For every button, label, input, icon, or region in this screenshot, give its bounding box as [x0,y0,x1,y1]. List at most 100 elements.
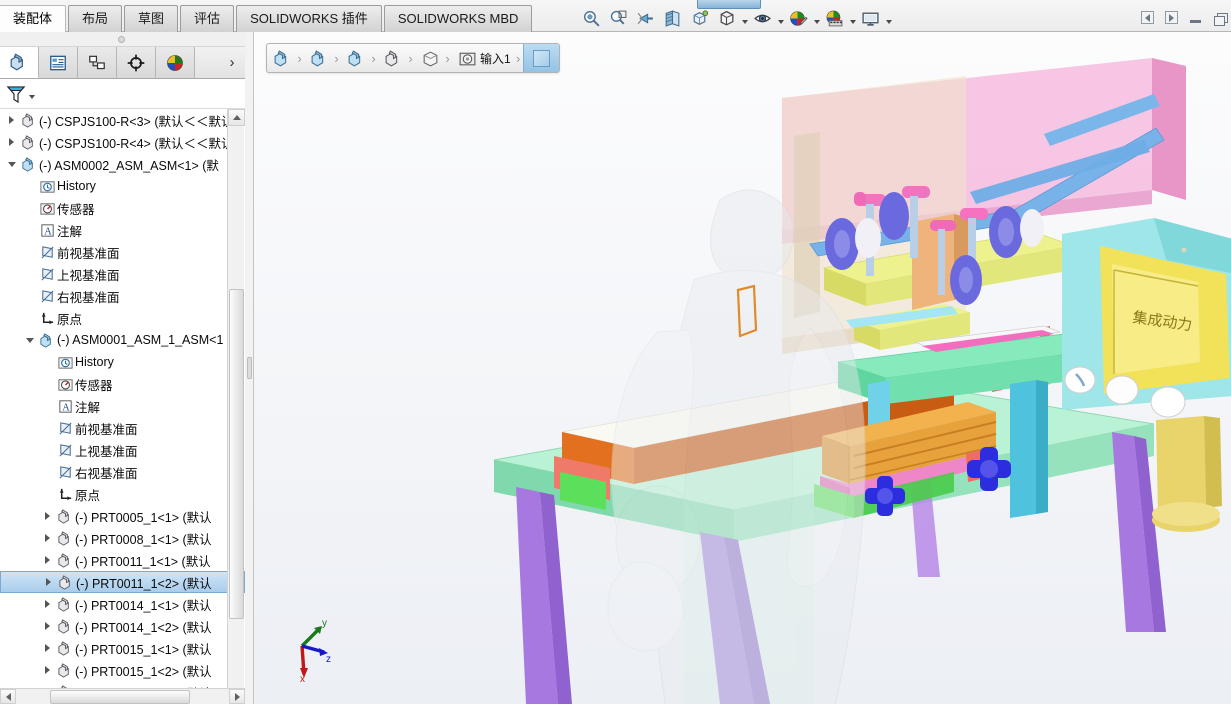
tree-row[interactable]: 传感器 [0,197,245,219]
ribbon-tab-4[interactable]: SOLIDWORKS 插件 [236,5,382,32]
display-style-button-dropdown[interactable] [740,5,749,31]
scroll-right-button[interactable] [229,689,245,704]
next-doc-button[interactable] [1164,10,1179,25]
property-manager-tab[interactable] [39,47,78,78]
tree-row[interactable]: 上视基准面 [0,263,245,285]
view-settings-button[interactable] [857,5,884,31]
view-settings-button-dropdown[interactable] [884,5,893,31]
tree-row[interactable]: (-) CSPJS100-R<3> (默认＜＜默认 [0,109,245,131]
plane-icon [40,267,54,281]
edit-appearance-button-dropdown[interactable] [812,5,821,31]
tree-hscroll-thumb[interactable] [50,689,190,704]
expand-arrow-icon[interactable] [40,512,55,520]
feature-manager-tabstrip: › [0,47,245,79]
component-icon [57,662,69,678]
prev-doc-button[interactable] [1140,10,1155,25]
scroll-left-button[interactable] [0,689,16,704]
tree-row[interactable]: (-) ASM0001_ASM_1_ASM<1 [0,329,245,351]
configuration-manager-tab[interactable] [78,47,117,78]
apply-scene-button[interactable] [821,5,848,31]
tree-row[interactable]: (-) PRT0014_1<1> (默认 [0,593,245,615]
breadcrumb-assembly-2[interactable] [304,44,332,72]
expand-arrow-icon[interactable] [4,116,19,124]
breadcrumb[interactable]: › › › › › 输入1 › [266,43,560,73]
feature-tree-tab[interactable] [0,47,39,78]
breadcrumb-face[interactable] [522,44,559,72]
expand-arrow-icon[interactable] [40,556,55,564]
support-column [1010,380,1036,518]
tree-row[interactable]: History [0,175,245,197]
ribbon-tab-3[interactable]: 评估 [180,5,235,32]
tree-item-icon-wrap [19,156,39,173]
tree-row[interactable]: (-) PRT0015_1<2> (默认 [0,659,245,681]
tree-row[interactable]: A 注解 [0,395,245,417]
section-view-button[interactable] [659,5,686,31]
apply-scene-button-dropdown[interactable] [848,5,857,31]
breadcrumb-feature[interactable]: 输入1 [452,44,514,72]
hide-show-items-button[interactable] [749,5,776,31]
console-knob-3[interactable] [1150,386,1186,418]
tree-row[interactable]: History [0,351,245,373]
feature-tree[interactable]: (-) CSPJS100-R<3> (默认＜＜默认 (-) CSPJS100-R<… [0,109,245,704]
tree-row[interactable]: (-) PRT0005_1<1> (默认 [0,505,245,527]
expand-arrow-icon[interactable] [40,666,55,674]
tree-row[interactable]: 右视基准面 [0,285,245,307]
scroll-up-button[interactable] [228,109,245,126]
panel-splitter[interactable] [245,32,254,704]
display-manager-tab[interactable] [156,47,195,78]
subassembly-icon [21,156,33,172]
expand-arrow-icon[interactable] [40,644,55,652]
tree-horizontal-scrollbar[interactable] [0,688,245,704]
breadcrumb-component[interactable] [378,44,406,72]
expand-arrow-icon[interactable] [40,622,55,630]
panel-pin-button[interactable] [118,36,125,43]
dimxpert-manager-tab[interactable] [117,47,156,78]
expand-arrow-icon[interactable] [40,534,55,542]
view-orientation-button[interactable] [686,5,713,31]
tree-row[interactable]: 前视基准面 [0,241,245,263]
restore-button[interactable] [1212,10,1228,26]
zoom-to-area-button[interactable] [605,5,632,31]
hide-show-items-button-dropdown[interactable] [776,5,785,31]
tree-row[interactable]: 传感器 [0,373,245,395]
splitter-grip[interactable] [247,357,252,379]
tree-row[interactable]: (-) CSPJS100-R<4> (默认＜＜默认 [0,131,245,153]
component-icon [57,508,69,524]
tree-filter-button[interactable] [5,83,35,105]
expand-arrow-icon[interactable] [40,600,55,608]
minimize-button[interactable] [1188,10,1203,25]
expand-arrow-icon[interactable] [4,138,19,146]
console-knob-2[interactable] [1105,375,1139,405]
graphics-viewport[interactable]: 集成动力 › › › › › 输入1 › x y z [254,32,1231,704]
tree-row[interactable]: 上视基准面 [0,439,245,461]
tree-row[interactable]: (-) ASM0002_ASM_ASM<1> (默 [0,153,245,175]
zoom-to-fit-button[interactable] [578,5,605,31]
tree-row[interactable]: 原点 [0,307,245,329]
ribbon-tab-0[interactable]: 装配体 [0,5,67,32]
breadcrumb-assembly-1[interactable] [267,44,295,72]
breadcrumb-body[interactable] [415,44,443,72]
tree-row[interactable]: (-) PRT0011_1<1> (默认 [0,549,245,571]
tree-row-selected[interactable]: (-) PRT0011_1<2> (默认 [0,571,245,593]
tree-row[interactable]: A 注解 [0,219,245,241]
expand-arrow-icon[interactable] [41,578,56,586]
tree-row[interactable]: (-) PRT0015_1<1> (默认 [0,637,245,659]
tree-scroll-thumb[interactable] [229,289,244,619]
edit-appearance-button[interactable] [785,5,812,31]
tree-row[interactable]: (-) PRT0008_1<1> (默认 [0,527,245,549]
tree-row[interactable]: 右视基准面 [0,461,245,483]
breadcrumb-assembly-3[interactable] [341,44,369,72]
tree-row[interactable]: 前视基准面 [0,417,245,439]
previous-view-button[interactable] [632,5,659,31]
ribbon-tab-5[interactable]: SOLIDWORKS MBD [383,5,533,32]
more-tabs-button[interactable]: › [219,47,245,78]
tree-row[interactable]: (-) PRT0014_1<2> (默认 [0,615,245,637]
tree-vertical-scrollbar[interactable] [227,109,245,704]
collapse-arrow-icon[interactable] [22,337,37,343]
assembly-3d-model[interactable]: 集成动力 [254,32,1231,704]
ribbon-tab-1[interactable]: 布局 [68,5,123,32]
collapse-arrow-icon[interactable] [4,161,19,167]
tree-row[interactable]: 原点 [0,483,245,505]
display-style-button[interactable] [713,5,740,31]
ribbon-tab-2[interactable]: 草图 [124,5,179,32]
